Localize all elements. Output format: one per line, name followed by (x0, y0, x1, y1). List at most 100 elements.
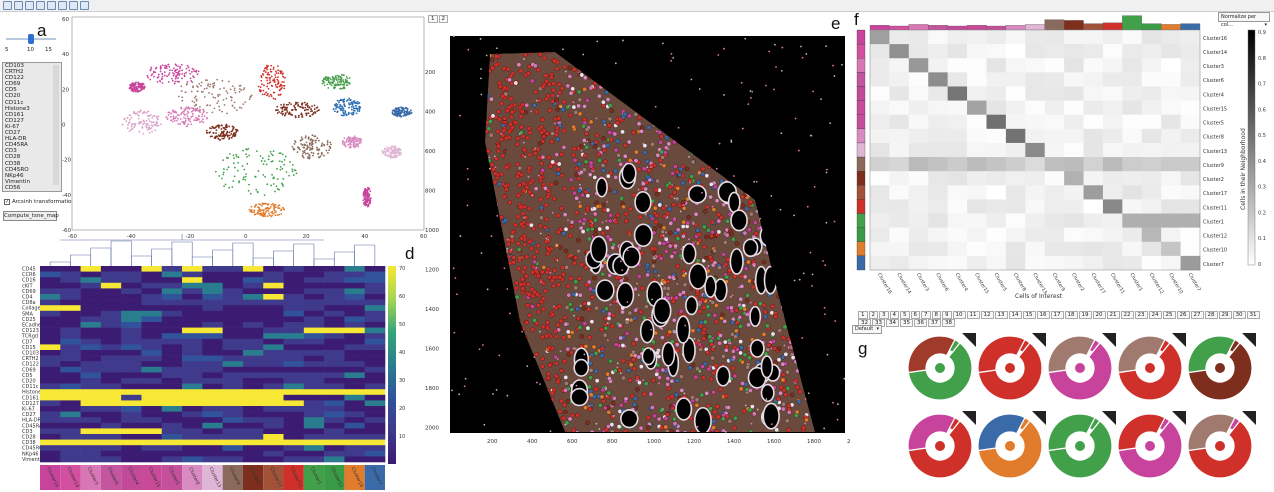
tissue-cell (664, 145, 669, 150)
heatmap-cell (161, 271, 183, 278)
tsne-point (291, 170, 294, 173)
window-icon[interactable] (80, 1, 89, 10)
tsne-point (335, 107, 337, 110)
tsne-point (233, 107, 236, 109)
tissue-cell (567, 334, 572, 339)
heatmap-cell (100, 394, 122, 401)
tsne-point (293, 169, 296, 171)
tsne-point (130, 125, 133, 128)
tsne-point (338, 80, 341, 83)
tissue-cell (556, 282, 561, 288)
tissue-cell (697, 238, 703, 243)
tissue-cell (599, 327, 605, 332)
heatmap-cell (100, 406, 122, 412)
tsne-point (397, 108, 399, 110)
heatmap-cell (80, 277, 102, 284)
tsne-point (270, 70, 273, 73)
tsne-point (366, 189, 369, 192)
tsne-point (276, 65, 279, 67)
tissue-cell (793, 378, 799, 384)
heatmap-cell (40, 277, 61, 284)
tsne-point (171, 77, 173, 80)
tsne-point (367, 199, 370, 201)
tissue-cell (641, 166, 647, 171)
heatmap-cell (263, 456, 284, 463)
zoom-out-icon[interactable] (14, 1, 23, 10)
tissue-cell (559, 398, 564, 404)
tsne-point (157, 115, 160, 118)
tsne-point (150, 74, 153, 77)
tissue-cell (668, 243, 673, 249)
heatmap-cell (263, 288, 284, 295)
heatmap-cell (263, 355, 284, 362)
marker-list-scrollbar[interactable] (53, 65, 59, 185)
tsne-point (282, 72, 284, 75)
tissue-cell (539, 161, 544, 166)
tissue-cell (725, 218, 730, 224)
pan-icon[interactable] (25, 1, 34, 10)
marker-list-item[interactable]: CD90H (3, 191, 61, 192)
tsne-point (342, 79, 344, 81)
heatmap-cell (344, 316, 366, 323)
zoom-in-icon[interactable] (3, 1, 12, 10)
tsne-point (234, 91, 237, 94)
tsne-point (142, 112, 145, 114)
tsne-point (228, 125, 231, 128)
tsne-point (366, 205, 369, 208)
tissue-cell (545, 251, 550, 257)
tissue-cell (574, 195, 579, 201)
save-icon[interactable] (47, 1, 56, 10)
tsne-point (282, 75, 284, 78)
tsne-point (248, 98, 251, 101)
tsne-point (281, 160, 283, 163)
tsne-point (344, 111, 347, 114)
tissue-cell (553, 180, 559, 186)
tsne-point (255, 188, 258, 191)
heatmap-cell (364, 322, 386, 328)
tsne-point (323, 84, 326, 87)
tsne-point (348, 146, 351, 148)
tsne-point (272, 150, 275, 153)
tsne-point (148, 131, 151, 134)
rotate-icon[interactable] (36, 1, 45, 10)
tissue-cell (682, 294, 688, 300)
tsne-point (159, 66, 162, 69)
tissue-cell (543, 225, 548, 230)
tsne-point (173, 119, 176, 122)
arcsinh-checkbox[interactable]: ✓ (4, 199, 10, 205)
tissue-cell (609, 108, 615, 113)
compute-tsne-button[interactable]: Compute_tsne_map (3, 211, 59, 221)
tissue-cell (540, 334, 545, 340)
export-icon[interactable] (69, 1, 78, 10)
tissue-cell (552, 58, 557, 64)
tsne-point (203, 96, 206, 98)
tsne-point (248, 154, 251, 157)
tsne-point (250, 94, 253, 97)
heatmap-cell (100, 383, 122, 390)
tsne-point (351, 104, 354, 106)
slider-thumb[interactable] (28, 34, 34, 44)
tissue-cell (704, 173, 710, 178)
print-icon[interactable] (58, 1, 67, 10)
tissue-cell (789, 392, 795, 398)
tsne-point (217, 124, 220, 127)
tsne-point (329, 141, 332, 144)
tissue-x-tick: 200 (487, 439, 498, 445)
tsne-point (226, 134, 229, 137)
heatmap-cell (364, 266, 386, 272)
tissue-cell (613, 368, 618, 373)
heatmap-cell (364, 277, 386, 284)
tsne-point (128, 121, 131, 124)
tsne-point (295, 108, 298, 111)
tissue-cell (519, 222, 524, 227)
tsne-point (306, 152, 309, 155)
tsne-point (369, 197, 372, 200)
heatmap-cell (141, 294, 163, 300)
tissue-cell (605, 143, 610, 148)
tsne-point (316, 148, 319, 151)
tsne-point (297, 147, 300, 150)
tsne-point (215, 129, 218, 132)
tsne-point (225, 124, 228, 127)
heatmap-cell (141, 400, 163, 407)
tsne-point (246, 162, 249, 165)
